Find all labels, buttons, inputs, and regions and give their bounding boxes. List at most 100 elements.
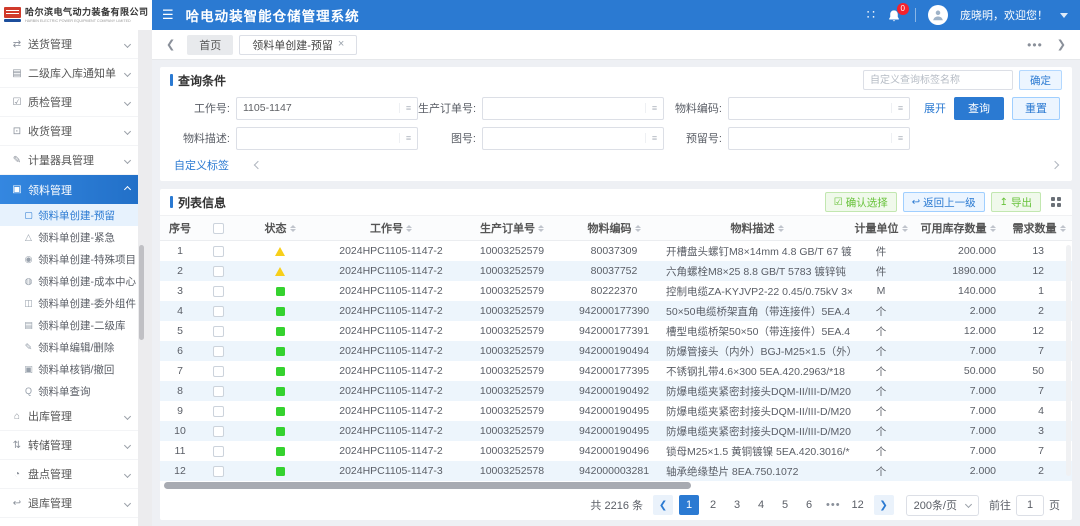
list-select-icon[interactable]: ≡ [891, 133, 909, 143]
row-checkbox[interactable] [213, 246, 224, 257]
notification-bell-icon[interactable]: 0 [887, 7, 903, 23]
query-input[interactable]: ≡ [728, 127, 910, 150]
page-number[interactable]: 4 [751, 495, 771, 515]
sort-icon[interactable] [290, 225, 296, 232]
fullscreen-icon[interactable]: ∷ [867, 7, 875, 23]
page-number[interactable]: 1 [679, 495, 699, 515]
list-select-icon[interactable]: ≡ [891, 103, 909, 113]
sort-icon[interactable] [1060, 225, 1066, 232]
tag-scroll-left-icon[interactable] [254, 161, 262, 169]
sort-icon[interactable] [990, 225, 996, 232]
list-select-icon[interactable]: ≡ [645, 103, 663, 113]
query-input[interactable]: ≡ [482, 127, 664, 150]
reset-button[interactable]: 重置 [1012, 97, 1060, 120]
menu-collapse-icon[interactable]: ☰ [162, 7, 174, 23]
sort-icon[interactable] [778, 225, 784, 232]
page-number[interactable]: 5 [775, 495, 795, 515]
page-number[interactable]: 6 [799, 495, 819, 515]
list-select-icon[interactable]: ≡ [399, 103, 417, 113]
sort-icon[interactable] [902, 225, 908, 232]
scrollbar-thumb[interactable] [139, 245, 144, 340]
page-number[interactable]: 2 [703, 495, 723, 515]
row-checkbox[interactable] [213, 426, 224, 437]
column-settings-icon[interactable] [1051, 197, 1062, 208]
custom-tag-name-input[interactable] [863, 70, 1013, 90]
table-row[interactable]: 7 2024HPC1105-1147-2 10003252579 9420001… [160, 361, 1072, 381]
sidebar-subitem[interactable]: ▤ 领料单创建-二级库 [0, 314, 138, 336]
tab-close-icon[interactable]: × [338, 39, 344, 50]
sort-icon[interactable] [635, 225, 641, 232]
tab-scroll-right-icon[interactable]: ❯ [1053, 38, 1070, 51]
row-checkbox[interactable] [213, 326, 224, 337]
horizontal-scrollbar[interactable] [162, 482, 1070, 489]
sort-icon[interactable] [406, 225, 412, 232]
search-button[interactable]: 查询 [954, 97, 1004, 120]
sidebar-item[interactable]: ▣ 领料管理 [0, 175, 138, 204]
sidebar-item[interactable]: ⇅ 转储管理 [0, 431, 138, 460]
row-checkbox[interactable] [213, 386, 224, 397]
prev-page-button[interactable]: ❮ [653, 495, 673, 515]
query-input[interactable]: ≡ [482, 97, 664, 120]
vertical-scrollbar[interactable] [1066, 245, 1071, 476]
sidebar-item[interactable]: ⊡ 收货管理 [0, 117, 138, 146]
table-row[interactable]: 10 2024HPC1105-1147-2 10003252579 942000… [160, 421, 1072, 441]
row-checkbox[interactable] [213, 446, 224, 457]
list-select-icon[interactable]: ≡ [645, 133, 663, 143]
confirm-button[interactable]: 确定 [1019, 70, 1062, 90]
row-checkbox[interactable] [213, 306, 224, 317]
table-row[interactable]: 1 2024HPC1105-1147-2 10003252579 8003730… [160, 241, 1072, 261]
sidebar-item[interactable]: ☑ 质检管理 [0, 88, 138, 117]
user-greeting[interactable]: 庞晓明，欢迎您！ [960, 7, 1048, 23]
sort-icon[interactable] [538, 225, 544, 232]
sidebar-subitem[interactable]: Q 领料单查询 [0, 380, 138, 402]
sidebar-subitem[interactable]: ◉ 领料单创建-特殊项目 [0, 248, 138, 270]
tab[interactable]: 领料单创建-预留 × [239, 35, 357, 55]
query-input[interactable]: ≡ [236, 97, 418, 120]
sidebar-item[interactable]: ◔ 盘点管理 [0, 460, 138, 489]
sidebar-item[interactable]: ✎ 计量器具管理 [0, 146, 138, 175]
sidebar-subitem[interactable]: ◍ 领料单创建-成本中心 [0, 270, 138, 292]
sidebar-item[interactable]: ▤ 二级库入库通知单 [0, 59, 138, 88]
sidebar-subitem[interactable]: △ 领料单创建-紧急 [0, 226, 138, 248]
sidebar-item[interactable]: ⌂ 出库管理 [0, 402, 138, 431]
row-checkbox[interactable] [213, 406, 224, 417]
user-menu-caret-icon[interactable] [1060, 13, 1068, 18]
page-number[interactable]: 12 [848, 495, 868, 515]
custom-tag-link[interactable]: 自定义标签 [174, 157, 229, 173]
back-button[interactable]: ↩返回上一级 [903, 192, 985, 212]
sidebar-subitem[interactable]: ▣ 领料单核销/撤回 [0, 358, 138, 380]
expand-link[interactable]: 展开 [924, 100, 946, 116]
table-row[interactable]: 6 2024HPC1105-1147-2 10003252579 9420001… [160, 341, 1072, 361]
table-row[interactable]: 9 2024HPC1105-1147-2 10003252579 9420001… [160, 401, 1072, 421]
page-number[interactable]: 3 [727, 495, 747, 515]
sidebar-subitem[interactable]: ◫ 领料单创建-委外组件 [0, 292, 138, 314]
page-size-select[interactable]: 200条/页 [906, 495, 979, 516]
row-checkbox[interactable] [213, 346, 224, 357]
table-row[interactable]: 5 2024HPC1105-1147-2 10003252579 9420001… [160, 321, 1072, 341]
table-row[interactable]: 12 2024HPC1105-1147-3 10003252578 942000… [160, 461, 1072, 481]
table-row[interactable]: 8 2024HPC1105-1147-2 10003252579 9420001… [160, 381, 1072, 401]
sidebar-item[interactable]: ↩ 退库管理 [0, 489, 138, 518]
row-checkbox[interactable] [213, 366, 224, 377]
select-all-checkbox[interactable] [213, 223, 224, 234]
sidebar-subitem[interactable]: ▢ 领料单创建-预留 [0, 204, 138, 226]
row-checkbox[interactable] [213, 466, 224, 477]
tab[interactable]: 首页 [187, 35, 233, 55]
sidebar-scrollbar[interactable] [138, 30, 152, 526]
query-input[interactable]: ≡ [236, 127, 418, 150]
confirm-select-button[interactable]: ☑确认选择 [825, 192, 897, 212]
goto-page-input[interactable] [1016, 495, 1044, 516]
sidebar-subitem[interactable]: ✎ 领料单编辑/删除 [0, 336, 138, 358]
user-avatar[interactable] [928, 5, 948, 25]
table-row[interactable]: 4 2024HPC1105-1147-2 10003252579 9420001… [160, 301, 1072, 321]
export-button[interactable]: ↥导出 [991, 192, 1041, 212]
table-row[interactable]: 2 2024HPC1105-1147-2 10003252579 8003775… [160, 261, 1072, 281]
table-row[interactable]: 3 2024HPC1105-1147-2 10003252579 8022237… [160, 281, 1072, 301]
query-input[interactable]: ≡ [728, 97, 910, 120]
next-page-button[interactable]: ❯ [874, 495, 894, 515]
table-row[interactable]: 11 2024HPC1105-1147-2 10003252579 942000… [160, 441, 1072, 461]
row-checkbox[interactable] [213, 286, 224, 297]
tab-more-icon[interactable]: ••• [1027, 38, 1043, 52]
sidebar-item[interactable]: ⇄ 送货管理 [0, 30, 138, 59]
tag-scroll-right-icon[interactable] [1051, 161, 1059, 169]
